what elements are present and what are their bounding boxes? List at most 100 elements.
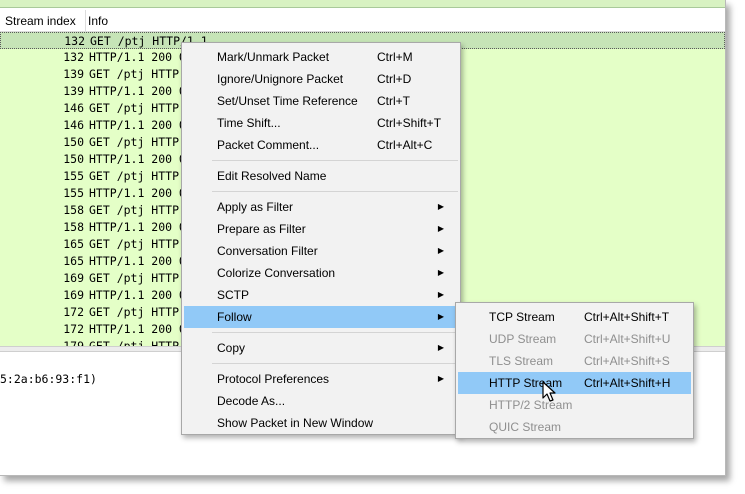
triangle-right-icon: ▶ — [437, 202, 444, 211]
info-cell: HTTP/1.1 200 O — [89, 288, 186, 302]
info-cell: GET /ptj HTTP — [89, 67, 180, 81]
menu-item-packet-comment[interactable]: Packet Comment... Ctrl+Alt+C — [184, 134, 458, 156]
column-header-info[interactable]: Info — [88, 10, 108, 32]
menu-item-label: Protocol Preferences — [217, 372, 330, 386]
menu-item-edit-resolved-name[interactable]: Edit Resolved Name — [184, 165, 458, 187]
menu-item-time-reference[interactable]: Set/Unset Time Reference Ctrl+T — [184, 90, 458, 112]
stream-index-cell: 139 — [63, 84, 84, 98]
menu-item-label: SCTP — [217, 288, 250, 302]
mouse-pointer-icon — [542, 381, 556, 402]
menu-item-follow[interactable]: Follow ▶ — [184, 306, 458, 328]
menu-separator — [212, 160, 458, 161]
menu-item-mark-packet[interactable]: Mark/Unmark Packet Ctrl+M — [184, 46, 458, 68]
menu-item-time-shift[interactable]: Time Shift... Ctrl+Shift+T — [184, 112, 458, 134]
triangle-right-icon: ▶ — [437, 343, 444, 352]
menu-item-colorize-conversation[interactable]: Colorize Conversation ▶ — [184, 262, 458, 284]
info-cell: GET /ptj HTTP — [89, 203, 180, 217]
stream-index-cell: 132 — [64, 34, 85, 48]
triangle-right-icon: ▶ — [437, 290, 444, 299]
context-menu: Mark/Unmark Packet Ctrl+M Ignore/Unignor… — [181, 42, 461, 435]
triangle-right-icon: ▶ — [437, 374, 444, 383]
menu-item-label: Conversation Filter — [217, 244, 318, 258]
info-cell: GET /ptj HTTP — [89, 339, 180, 346]
triangle-right-icon: ▶ — [437, 312, 444, 321]
menu-separator — [212, 332, 458, 333]
triangle-right-icon: ▶ — [437, 246, 444, 255]
stream-index-cell: 150 — [63, 135, 84, 149]
follow-submenu: TCP Stream Ctrl+Alt+Shift+T UDP Stream C… — [455, 302, 694, 439]
menu-item-label: Apply as Filter — [217, 200, 294, 214]
menu-item-label: Colorize Conversation — [217, 266, 336, 280]
column-header-stream-index[interactable]: Stream index — [0, 10, 86, 32]
info-cell: HTTP/1.1 200 O — [89, 84, 186, 98]
triangle-right-icon: ▶ — [437, 224, 444, 233]
menu-item-show-packet-new-window[interactable]: Show Packet in New Window — [184, 412, 458, 434]
stream-index-cell: 146 — [63, 118, 84, 132]
details-line: 5:2a:b6:93:f1) — [0, 372, 97, 386]
menu-item-label: Decode As... — [217, 394, 286, 408]
stream-index-cell: 158 — [63, 203, 84, 217]
stream-index-cell: 169 — [63, 271, 84, 285]
stream-index-cell: 158 — [63, 220, 84, 234]
info-cell: HTTP/1.1 200 O — [89, 186, 186, 200]
submenu-item-quic-stream: QUIC Stream — [458, 416, 691, 438]
info-cell: GET /ptj HTTP — [89, 271, 180, 285]
info-cell: GET /ptj HTTP — [89, 101, 180, 115]
info-cell: HTTP/1.1 200 O — [89, 220, 186, 234]
stream-index-cell: 155 — [63, 186, 84, 200]
menu-item-shortcut: Ctrl+Alt+Shift+S — [584, 354, 670, 368]
packet-list-header: Stream index Info — [0, 10, 725, 32]
menu-item-decode-as[interactable]: Decode As... — [184, 390, 458, 412]
menu-item-label: UDP Stream — [489, 332, 557, 346]
menu-item-ignore-packet[interactable]: Ignore/Unignore Packet Ctrl+D — [184, 68, 458, 90]
menu-item-label: Prepare as Filter — [217, 222, 306, 236]
submenu-item-http2-stream: HTTP/2 Stream — [458, 394, 691, 416]
menu-item-shortcut: Ctrl+Alt+C — [377, 138, 433, 152]
stream-index-cell: 165 — [63, 237, 84, 251]
menu-item-label: Packet Comment... — [217, 138, 320, 152]
info-cell: HTTP/1.1 200 O — [89, 152, 186, 166]
submenu-item-tls-stream: TLS Stream Ctrl+Alt+Shift+S — [458, 350, 691, 372]
submenu-item-tcp-stream[interactable]: TCP Stream Ctrl+Alt+Shift+T — [458, 306, 691, 328]
menu-item-shortcut: Ctrl+Alt+Shift+H — [584, 376, 671, 390]
menu-item-sctp[interactable]: SCTP ▶ — [184, 284, 458, 306]
menu-item-label: Set/Unset Time Reference — [217, 94, 358, 108]
menu-item-shortcut: Ctrl+Alt+Shift+T — [584, 310, 670, 324]
menu-item-label: Mark/Unmark Packet — [217, 50, 330, 64]
info-cell: GET /ptj HTTP — [89, 169, 180, 183]
menu-item-label: TCP Stream — [489, 310, 555, 324]
stream-index-cell: 146 — [63, 101, 84, 115]
menu-item-copy[interactable]: Copy ▶ — [184, 337, 458, 359]
info-cell: GET /ptj HTTP — [89, 135, 180, 149]
info-cell: HTTP/1.1 200 O — [89, 254, 186, 268]
menu-separator — [212, 191, 458, 192]
info-cell: HTTP/1.1 200 O — [89, 118, 186, 132]
menu-item-conversation-filter[interactable]: Conversation Filter ▶ — [184, 240, 458, 262]
menu-item-label: Time Shift... — [217, 116, 281, 130]
stream-index-cell: 172 — [63, 322, 84, 336]
info-cell: HTTP/1.1 200 O — [89, 50, 186, 64]
info-cell: HTTP/1.1 200 O — [89, 322, 186, 336]
stream-index-cell: 179 — [63, 339, 84, 346]
menu-item-shortcut: Ctrl+M — [377, 50, 413, 64]
stream-index-cell: 155 — [63, 169, 84, 183]
menu-item-shortcut: Ctrl+Alt+Shift+U — [584, 332, 671, 346]
menu-item-label: QUIC Stream — [489, 420, 562, 434]
menu-item-prepare-as-filter[interactable]: Prepare as Filter ▶ — [184, 218, 458, 240]
submenu-item-http-stream[interactable]: HTTP Stream Ctrl+Alt+Shift+H — [458, 372, 691, 394]
menu-item-shortcut: Ctrl+Shift+T — [377, 116, 442, 130]
triangle-right-icon: ▶ — [437, 268, 444, 277]
stream-index-cell: 132 — [63, 50, 84, 64]
stream-index-cell: 172 — [63, 305, 84, 319]
menu-separator — [212, 363, 458, 364]
menu-item-label: TLS Stream — [489, 354, 554, 368]
submenu-item-udp-stream: UDP Stream Ctrl+Alt+Shift+U — [458, 328, 691, 350]
info-cell: GET /ptj HTTP — [89, 305, 180, 319]
menu-item-label: Edit Resolved Name — [217, 169, 327, 183]
menu-item-protocol-preferences[interactable]: Protocol Preferences ▶ — [184, 368, 458, 390]
info-cell: GET /ptj HTTP — [89, 237, 180, 251]
toolbar-strip — [0, 0, 725, 8]
menu-item-label: Copy — [217, 341, 246, 355]
stream-index-cell: 150 — [63, 152, 84, 166]
menu-item-apply-as-filter[interactable]: Apply as Filter ▶ — [184, 196, 458, 218]
